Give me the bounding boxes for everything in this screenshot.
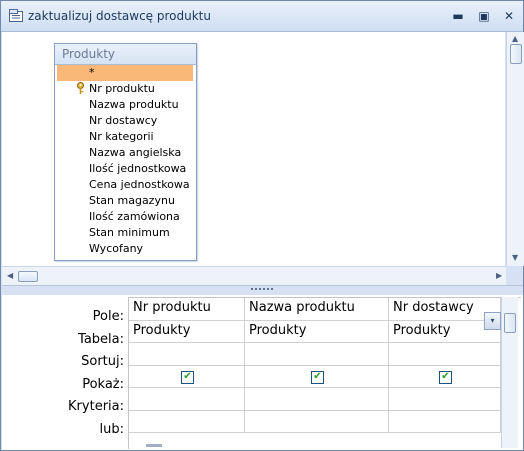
design-grid[interactable]: Nr produktu Produkty ✔ Nazwa produktu Produk… bbox=[128, 297, 521, 449]
grid-cell-lub[interactable] bbox=[129, 410, 245, 433]
field-item[interactable]: Nazwa angielska bbox=[57, 145, 193, 161]
grid-cell-pole[interactable]: Nazwa produktu bbox=[245, 298, 389, 321]
scroll-up-icon[interactable]: ▲ bbox=[512, 34, 518, 44]
field-label: Ilość zamówiona bbox=[89, 210, 180, 223]
field-label: Nr produktu bbox=[89, 82, 155, 95]
minimize-icon[interactable]: ▬ bbox=[448, 9, 468, 25]
field-item[interactable]: Stan magazynu bbox=[57, 193, 193, 209]
row-label: Kryteria: bbox=[68, 399, 124, 414]
show-checkbox[interactable]: ✔ bbox=[181, 370, 194, 384]
grid-cell-tabela[interactable]: Produkty bbox=[129, 320, 245, 343]
grid-cell-sortuj[interactable] bbox=[129, 343, 245, 366]
field-label: * bbox=[89, 66, 95, 79]
show-checkbox[interactable]: ✔ bbox=[439, 370, 452, 384]
field-item[interactable]: Ilość zamówiona bbox=[57, 209, 193, 225]
grid-cell-text: Nr dostawcy bbox=[393, 300, 474, 315]
grid-vertical-scrollbar[interactable] bbox=[501, 297, 518, 448]
maximize-icon[interactable]: ▣ bbox=[474, 9, 494, 25]
splitter-grip-icon bbox=[251, 288, 273, 292]
query-design-window: zaktualizuj dostawcę produktu ▬ ▣ ✕ Prod… bbox=[0, 0, 524, 451]
field-item[interactable]: Wycofany bbox=[57, 241, 193, 257]
design-grid-pane: Pole: Tabela: Sortuj: Pokaż: Kryteria: lub: N… bbox=[2, 295, 523, 450]
grid-cell-text: Produkty bbox=[249, 322, 307, 338]
field-label: Nr dostawcy bbox=[89, 114, 158, 127]
row-label: Sortuj: bbox=[81, 354, 124, 369]
field-item[interactable]: Nr kategorii bbox=[57, 129, 193, 145]
grid-cell-text: Nazwa produktu bbox=[249, 300, 355, 315]
grid-cell-text: Produkty bbox=[393, 322, 451, 338]
field-item[interactable]: Nr dostawcy bbox=[57, 113, 193, 129]
grid-scrollbar-thumb[interactable] bbox=[504, 313, 516, 333]
field-label: Cena jednostkowa bbox=[89, 178, 190, 191]
grid-cell-pokaz[interactable]: ✔ bbox=[389, 365, 501, 388]
scrollbar-thumb[interactable] bbox=[510, 44, 522, 64]
scroll-left-icon[interactable]: ◀ bbox=[7, 271, 13, 281]
field-label: Nazwa produktu bbox=[89, 98, 179, 111]
grid-cell-kryteria[interactable] bbox=[129, 388, 245, 411]
query-icon bbox=[9, 9, 23, 22]
primary-key-icon bbox=[77, 82, 84, 94]
field-label: Nr kategorii bbox=[89, 130, 154, 143]
field-label: Nazwa angielska bbox=[89, 146, 182, 159]
scrollbar-thumb-horizontal[interactable] bbox=[18, 271, 38, 282]
grid-cell-sortuj[interactable] bbox=[245, 343, 389, 366]
table-pane[interactable]: Produkty * Nr produktu Nazwa produktu Nr do… bbox=[2, 32, 505, 266]
field-label: Wycofany bbox=[89, 242, 144, 255]
grid-cell-text: Nr produktu bbox=[133, 300, 211, 315]
field-label: Stan minimum bbox=[89, 226, 170, 239]
row-labels: Pole: Tabela: Sortuj: Pokaż: Kryteria: lub: bbox=[2, 295, 128, 450]
grid-cell-sortuj[interactable] bbox=[389, 343, 501, 366]
table-pane-horizontal-scrollbar[interactable]: ◀ ▶ bbox=[2, 266, 506, 285]
field-item[interactable]: * bbox=[57, 65, 193, 81]
scroll-down-icon[interactable]: ▼ bbox=[512, 253, 518, 263]
close-icon[interactable]: ✕ bbox=[499, 9, 519, 25]
scroll-right-icon[interactable]: ▶ bbox=[496, 271, 502, 281]
grid-cell-tabela[interactable]: Produkty bbox=[245, 320, 389, 343]
row-label: Tabela: bbox=[78, 331, 124, 347]
grid-cell-pokaz[interactable]: ✔ bbox=[129, 365, 245, 388]
grid-cell-pokaz[interactable]: ✔ bbox=[245, 365, 389, 388]
row-label: lub: bbox=[99, 421, 124, 437]
table-header[interactable]: Produkty bbox=[55, 44, 196, 65]
field-list[interactable]: * Nr produktu Nazwa produktu Nr dostawcy Nr … bbox=[55, 65, 196, 260]
grid-horizontal-scroll-thumb[interactable] bbox=[146, 444, 162, 447]
field-item[interactable]: Cena jednostkowa bbox=[57, 177, 193, 193]
table-pane-vertical-scrollbar[interactable]: ▲ ▼ bbox=[506, 32, 524, 266]
show-checkbox[interactable]: ✔ bbox=[311, 370, 324, 384]
row-label: Pokaż: bbox=[82, 376, 124, 392]
window-title: zaktualizuj dostawcę produktu bbox=[28, 9, 211, 23]
field-label: Stan magazynu bbox=[89, 194, 175, 207]
field-item[interactable]: Nazwa produktu bbox=[57, 97, 193, 113]
grid-cell-lub[interactable] bbox=[389, 410, 501, 433]
grid-cell-lub[interactable] bbox=[245, 410, 389, 433]
chevron-down-icon[interactable]: ▾ bbox=[484, 312, 501, 330]
title-bar[interactable]: zaktualizuj dostawcę produktu ▬ ▣ ✕ bbox=[1, 1, 523, 32]
grid-cell-pole[interactable]: Nr produktu bbox=[129, 298, 245, 321]
field-item[interactable]: Nr produktu bbox=[57, 81, 193, 97]
row-label: Pole: bbox=[92, 309, 124, 324]
field-item[interactable]: Ilość jednostkowa bbox=[57, 161, 193, 177]
grid-cell-kryteria[interactable] bbox=[389, 388, 501, 411]
field-item[interactable]: Stan minimum bbox=[57, 225, 193, 241]
table-produkty[interactable]: Produkty * Nr produktu Nazwa produktu Nr do… bbox=[54, 43, 197, 261]
grid-cell-kryteria[interactable] bbox=[245, 388, 389, 411]
field-label: Ilość jednostkowa bbox=[89, 162, 187, 175]
grid-cell-text: Produkty bbox=[133, 322, 191, 338]
table-name: Produkty bbox=[62, 47, 116, 61]
